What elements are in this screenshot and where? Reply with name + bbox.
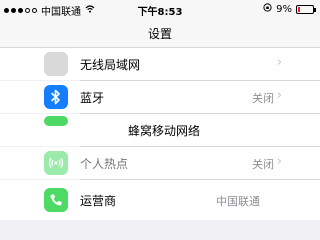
chevron-right-icon: ›: [276, 88, 282, 103]
bluetooth-icon: [44, 85, 68, 109]
carrier-row-label: 运营商: [80, 194, 117, 208]
wifi-label: 无线局域网: [80, 58, 141, 72]
phone-icon: [44, 188, 68, 212]
bluetooth-label: 蓝牙: [80, 91, 105, 105]
navigation-bar: 设置: [0, 18, 320, 48]
battery-percent: 9%: [276, 3, 292, 15]
cellular-label: 蜂窝移动网络: [128, 124, 201, 138]
orientation-lock-icon: [263, 3, 272, 15]
battery-icon: [296, 4, 316, 14]
wifi-settings-icon: [44, 52, 68, 76]
settings-row-hotspot[interactable]: 个人热点 关闭 ›: [0, 147, 320, 179]
hotspot-status: 关闭: [252, 158, 274, 171]
chevron-right-icon: ›: [276, 154, 282, 169]
settings-row-carrier[interactable]: 运营商 中国联通: [0, 180, 320, 220]
status-right: 9%: [263, 3, 316, 15]
bluetooth-status: 关闭: [252, 92, 274, 105]
bottom-spacer: [0, 223, 320, 240]
carrier-row-value: 中国联通: [216, 195, 260, 208]
chevron-right-icon: ›: [276, 55, 282, 70]
settings-row-cellular[interactable]: 蜂窝移动网络: [0, 114, 320, 146]
cellular-icon: [44, 116, 68, 126]
hotspot-label: 个人热点: [80, 157, 129, 171]
page-title: 设置: [147, 27, 172, 41]
settings-row-wifi[interactable]: 无线局域网 ›: [0, 48, 320, 80]
settings-row-bluetooth[interactable]: 蓝牙 关闭 ›: [0, 81, 320, 113]
status-bar: 中国联通 下午8:53 9%: [0, 0, 320, 18]
hotspot-icon: [44, 151, 68, 175]
